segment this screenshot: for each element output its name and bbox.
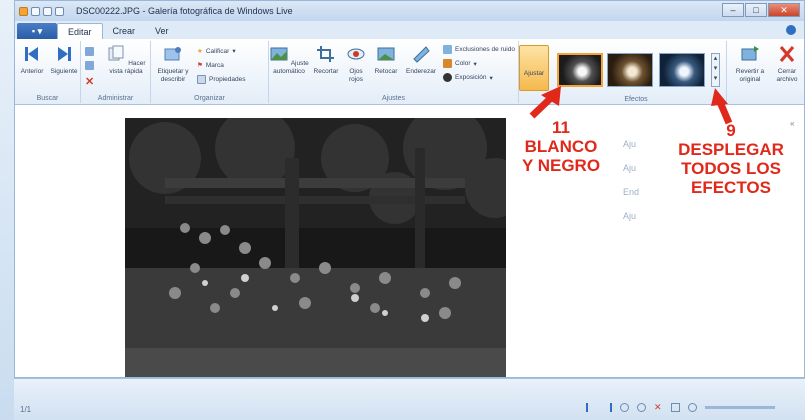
arrow-head-expander bbox=[711, 88, 728, 106]
annotation-expand-effects: 9 DESPLEGAR TODOS LOS EFECTOS bbox=[662, 121, 800, 197]
arrow-to-expander bbox=[716, 100, 733, 125]
annotation-text-todos-los: TODOS LOS bbox=[681, 159, 781, 178]
annotation-text-y-negro: Y NEGRO bbox=[521, 156, 601, 175]
annotation-black-white: 11 BLANCO Y NEGRO bbox=[508, 118, 614, 175]
annotation-text-desplegar: DESPLEGAR bbox=[678, 140, 784, 159]
annotation-arrows bbox=[529, 86, 733, 125]
annotation-text-blanco: BLANCO bbox=[524, 137, 598, 156]
annotation-text-efectos: EFECTOS bbox=[691, 178, 771, 197]
annotation-number-9: 9 bbox=[726, 121, 736, 140]
annotation-number-11: 11 bbox=[552, 118, 570, 137]
